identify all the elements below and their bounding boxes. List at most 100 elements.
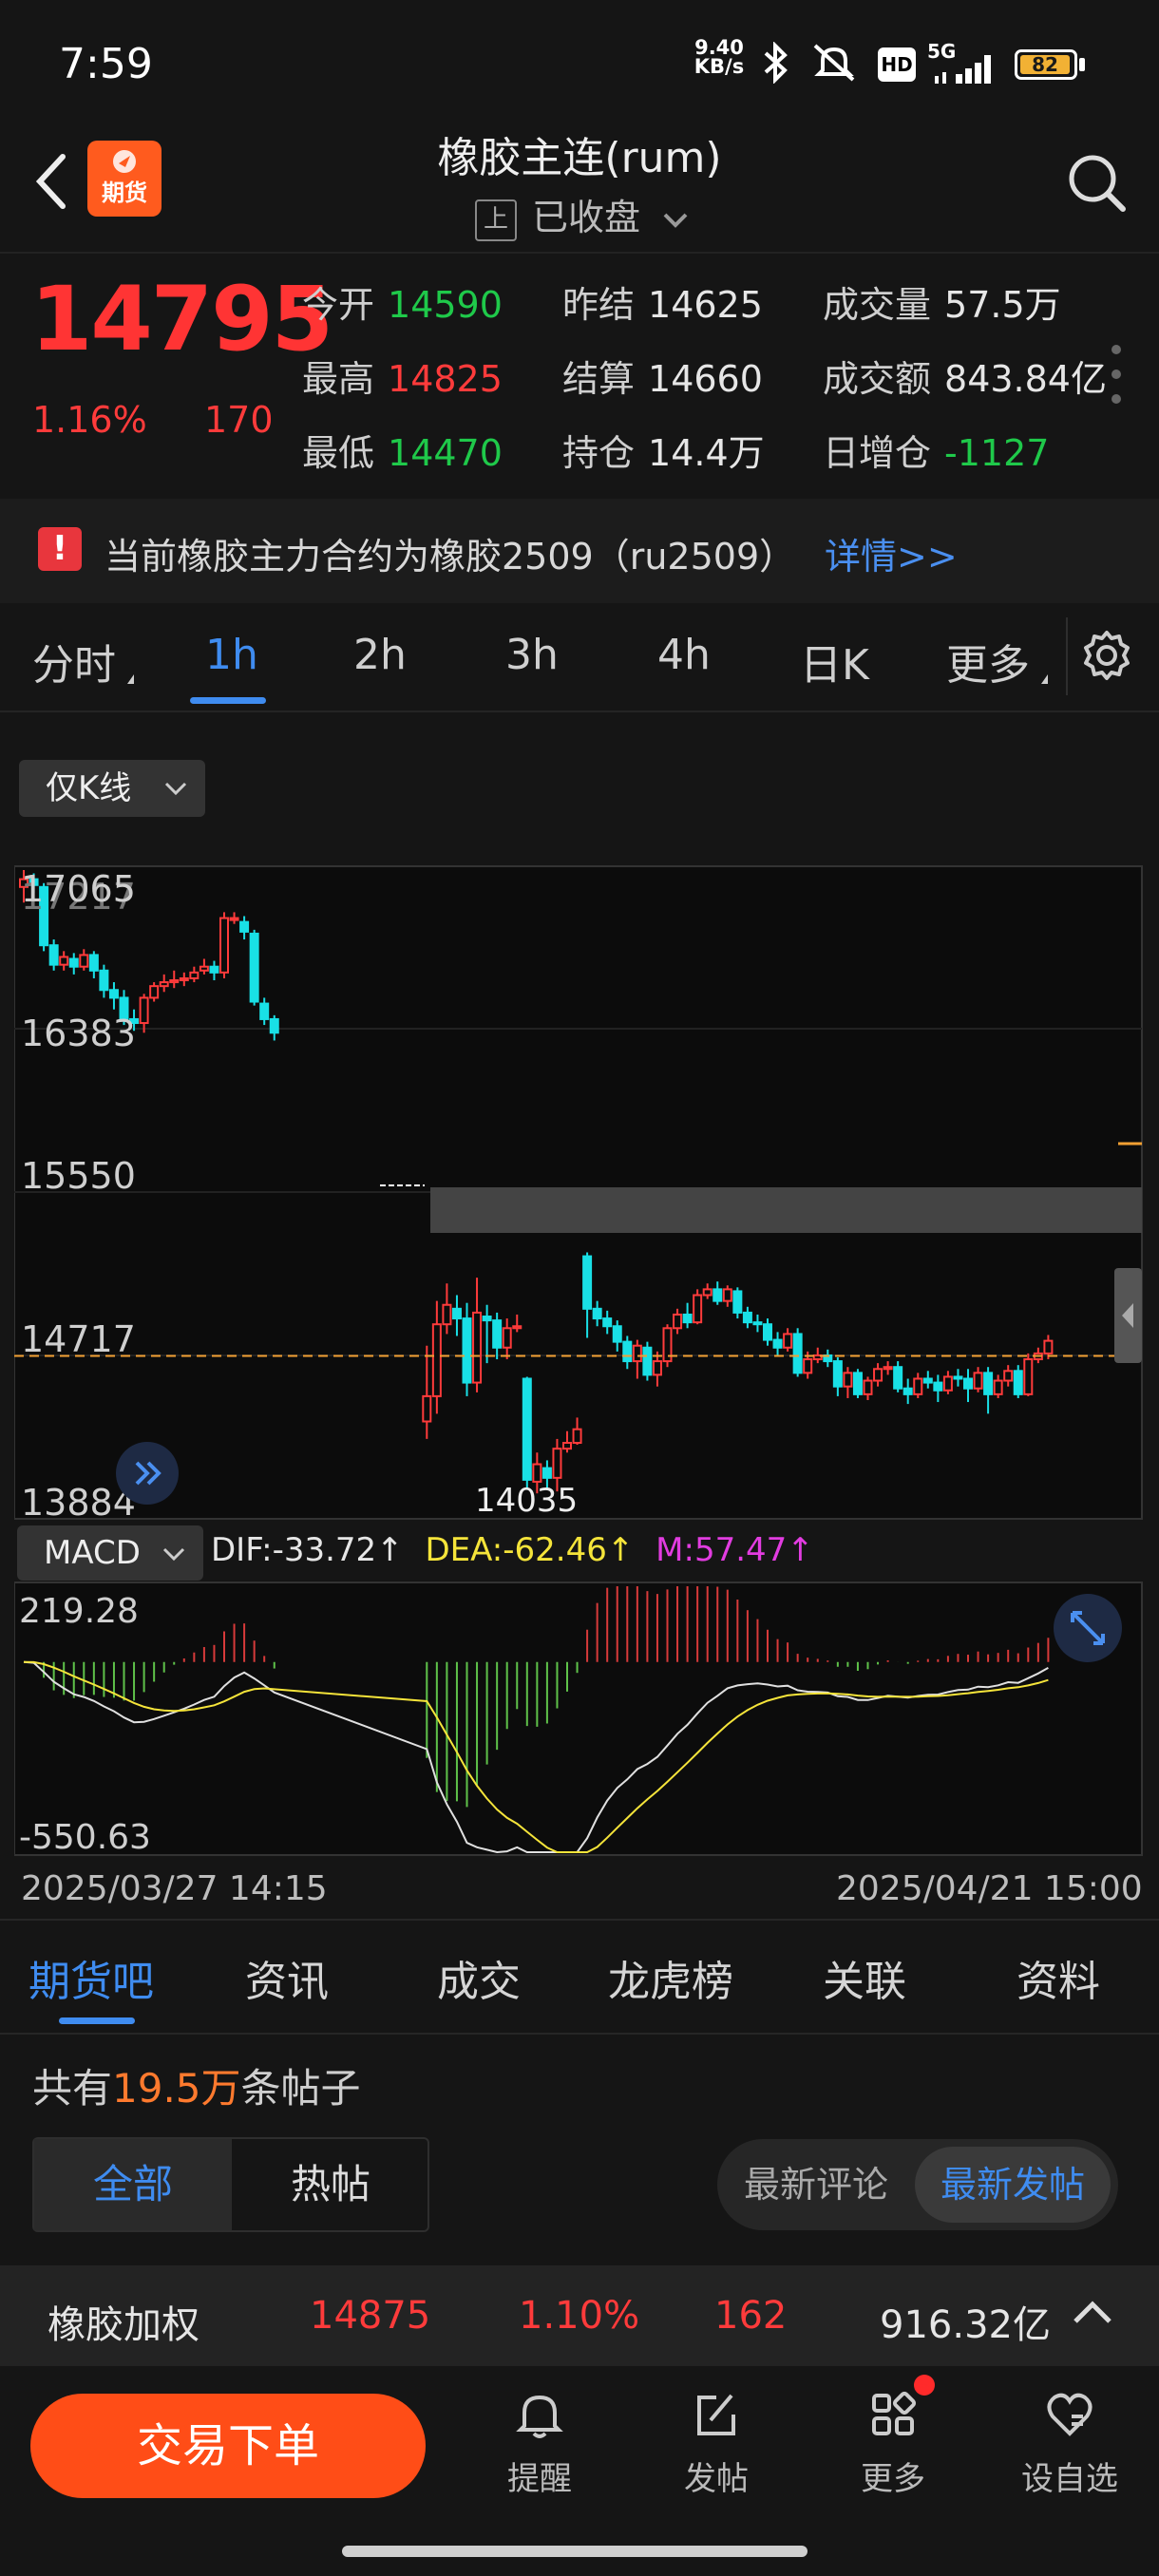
change-percent: 1.16%	[32, 399, 147, 441]
tab-4h[interactable]: 4h	[657, 631, 711, 679]
candle-body	[953, 1375, 963, 1380]
grid-icon	[872, 2391, 917, 2435]
quote-field-label: 结算	[562, 358, 636, 400]
nav-watchlist[interactable]: 设自选	[1013, 2386, 1127, 2499]
quote-field: 最低 14470	[302, 424, 503, 476]
macd-dea: DEA:-62.46↑	[425, 1531, 635, 1569]
quote-field: 今开 14590	[302, 275, 503, 328]
candle-body	[902, 1387, 913, 1395]
candle-body	[722, 1288, 732, 1302]
candle-body	[462, 1317, 472, 1384]
candle-body	[803, 1358, 813, 1374]
candle-body	[993, 1379, 1003, 1395]
macd-frame	[14, 1582, 1143, 1856]
candle-body	[269, 1017, 279, 1034]
candle-body	[59, 956, 69, 966]
nav-post-label: 发帖	[684, 2460, 749, 2498]
tab-3h[interactable]: 3h	[505, 631, 559, 679]
quote-field-label: 持仓	[562, 432, 636, 474]
macd-top-label: 219.28	[19, 1592, 139, 1631]
candle-body	[532, 1463, 542, 1483]
tab-profile[interactable]: 资料	[1016, 1947, 1100, 2008]
kline-chart[interactable]	[14, 864, 1143, 1520]
tab-trades[interactable]: 成交	[437, 1947, 521, 2008]
sort-latest-post[interactable]: 最新发帖	[915, 2147, 1111, 2223]
quote-field-value: 14825	[388, 358, 503, 400]
tab-ranking[interactable]: 龙虎榜	[608, 1947, 733, 2008]
price-label-2: 16383	[21, 1013, 136, 1054]
candle-body	[632, 1344, 642, 1363]
status-time: 7:59	[59, 40, 153, 88]
kline-mode-dropdown[interactable]: 仅K线	[19, 760, 205, 817]
back-button[interactable]	[28, 147, 76, 214]
candle-body	[942, 1375, 953, 1392]
nav-remind-label: 提醒	[507, 2460, 572, 2498]
net-speed: 9.40 KB/s	[690, 38, 749, 77]
home-indicator	[342, 2546, 808, 2557]
tab-related[interactable]: 关联	[823, 1947, 906, 2008]
quote-field-label: 成交额	[823, 358, 932, 400]
related-name: 橡胶加权	[48, 2303, 200, 2347]
search-button[interactable]	[1064, 150, 1130, 217]
notice-details-link[interactable]: 详情>>	[825, 527, 958, 579]
indicator-dropdown[interactable]: MACD	[17, 1525, 203, 1581]
sort-latest-comment[interactable]: 最新评论	[744, 2139, 888, 2230]
gap-band	[430, 1187, 1142, 1233]
candle-body	[612, 1325, 622, 1343]
nav-post[interactable]: 发帖	[659, 2386, 773, 2499]
post-count: 共有19.5万条帖子	[32, 2056, 361, 2114]
candle-body	[983, 1372, 994, 1395]
nav-more-label: 更多	[861, 2460, 925, 2498]
price-label-3: 15550	[21, 1155, 136, 1197]
trade-order-button[interactable]: 交易下单	[30, 2394, 426, 2498]
indicator-label: MACD	[44, 1534, 141, 1572]
nav-watchlist-label: 设自选	[1021, 2460, 1118, 2498]
candle-body	[482, 1316, 492, 1322]
filter-all-button[interactable]: 全部	[34, 2139, 232, 2230]
chevron-down-icon	[162, 1547, 185, 1562]
quote-field: 日增仓 -1127	[823, 424, 1049, 476]
post-count-suffix: 条帖子	[240, 2065, 361, 2112]
candle-body	[652, 1360, 662, 1376]
candle-body	[922, 1377, 933, 1384]
mute-bell-icon	[813, 44, 855, 82]
candle-body	[592, 1307, 602, 1320]
tab-divider	[1066, 617, 1068, 695]
candle-body	[602, 1317, 613, 1328]
candle-body	[552, 1448, 562, 1479]
candle-body	[572, 1428, 582, 1445]
tab-futures-forum[interactable]: 期货吧	[28, 1947, 154, 2008]
more-vert-icon[interactable]	[1107, 342, 1126, 408]
dropdown-triangle-icon	[1041, 674, 1048, 684]
tab-1h[interactable]: 1h	[205, 631, 258, 679]
candle-body	[1023, 1358, 1034, 1395]
tab-intraday[interactable]: 分时	[32, 631, 116, 691]
market-status[interactable]: 上已收盘	[475, 188, 722, 241]
candle-body	[512, 1325, 522, 1330]
low-marker-label: 14035	[475, 1482, 579, 1520]
filter-hot-button[interactable]: 热帖	[234, 2139, 428, 2230]
tab-2h[interactable]: 2h	[353, 631, 407, 679]
expand-button[interactable]	[116, 1442, 179, 1505]
tab-more[interactable]: 更多	[946, 631, 1030, 691]
nav-remind[interactable]: 提醒	[483, 2386, 597, 2499]
candle-body	[752, 1321, 763, 1326]
market-status-label: 已收盘	[532, 197, 641, 238]
logo-label: 期货	[102, 180, 147, 206]
quote-field-label: 最高	[302, 358, 375, 400]
quote-field-label: 日增仓	[823, 432, 932, 474]
candle-body	[68, 957, 79, 968]
tab-news[interactable]: 资讯	[245, 1947, 329, 2008]
end-date-label: 2025/04/21 15:00	[836, 1869, 1143, 1908]
tab-daily-k[interactable]: 日K	[800, 631, 869, 691]
candle-body	[702, 1288, 712, 1297]
related-change: 162	[714, 2294, 788, 2338]
nav-more[interactable]: 更多	[836, 2386, 950, 2499]
chevron-up-icon[interactable]	[1072, 2299, 1113, 2327]
candle-body	[873, 1368, 884, 1382]
candle-body	[622, 1340, 633, 1363]
price-label-1: 17065	[21, 868, 136, 910]
candle-body	[763, 1323, 772, 1341]
candle-body	[673, 1313, 683, 1330]
gear-icon[interactable]	[1078, 627, 1135, 684]
